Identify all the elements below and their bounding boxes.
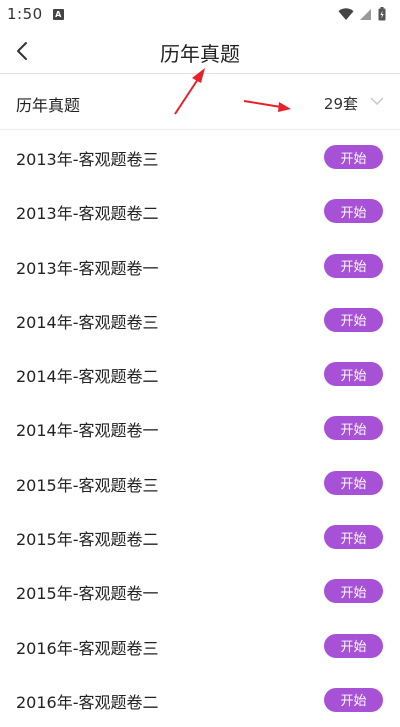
filter-label: 历年真题 [16,96,81,115]
exam-title: 2014年-客观题卷一 [16,421,159,441]
start-button[interactable]: 开始 [324,579,383,604]
status-time: 1:50 [7,5,43,23]
list-item: 2015年-客观题卷三 开始 [0,456,400,510]
start-button[interactable]: 开始 [324,145,383,169]
list-item: 2013年-客观题卷一 开始 [0,239,400,293]
list-item: 2016年-客观题卷三 开始 [0,619,400,673]
chevron-down-icon [370,97,384,106]
exam-title: 2016年-客观题卷三 [16,638,159,658]
list-item: 2013年-客观题卷三 开始 [0,130,400,184]
list-item: 2016年-客观题卷二 开始 [0,673,400,727]
filter-count: 29套 [323,95,358,113]
list-item: 2015年-客观题卷一 开始 [0,564,400,618]
list-item: 2015年-客观题卷二 开始 [0,510,400,564]
exam-title: 2013年-客观题卷二 [16,204,159,224]
start-button[interactable]: 开始 [324,307,383,332]
start-button[interactable]: 开始 [324,416,383,441]
exam-title: 2014年-客观题卷二 [16,367,159,387]
start-button[interactable]: 开始 [324,253,383,278]
exam-title: 2016年-客观题卷二 [16,692,159,712]
list-item: 2014年-客观题卷二 开始 [0,347,400,401]
start-button[interactable]: 开始 [324,525,383,550]
app-notification-icon: A [52,8,64,20]
status-left: 1:50 A [7,5,64,23]
battery-icon [378,7,386,21]
list-item: 2014年-客观题卷一 开始 [0,401,400,455]
status-bar: 1:50 A [0,0,400,28]
exam-title: 2015年-客观题卷二 [16,530,159,550]
signal-icon [360,8,371,20]
start-button[interactable]: 开始 [324,199,383,224]
list-item: 2014年-客观题卷三 开始 [0,293,400,347]
start-button[interactable]: 开始 [324,687,383,712]
exam-title: 2015年-客观题卷一 [16,584,159,604]
header-bar: 历年真题 [0,28,400,74]
start-button[interactable]: 开始 [324,470,383,495]
exam-title: 2015年-客观题卷三 [16,475,159,495]
wifi-icon [338,7,354,20]
start-button[interactable]: 开始 [324,362,383,387]
exam-title: 2014年-客观题卷三 [16,312,159,332]
exam-title: 2013年-客观题卷三 [16,150,159,169]
exam-title: 2013年-客观题卷一 [16,258,159,278]
page-title: 历年真题 [160,42,240,66]
status-icons [338,7,386,21]
filter-row[interactable]: 历年真题 29套 [0,75,400,130]
exam-list: 2013年-客观题卷三 开始 2013年-客观题卷二 开始 2013年-客观题卷… [0,130,400,727]
list-item: 2013年-客观题卷二 开始 [0,184,400,238]
start-button[interactable]: 开始 [324,633,383,658]
